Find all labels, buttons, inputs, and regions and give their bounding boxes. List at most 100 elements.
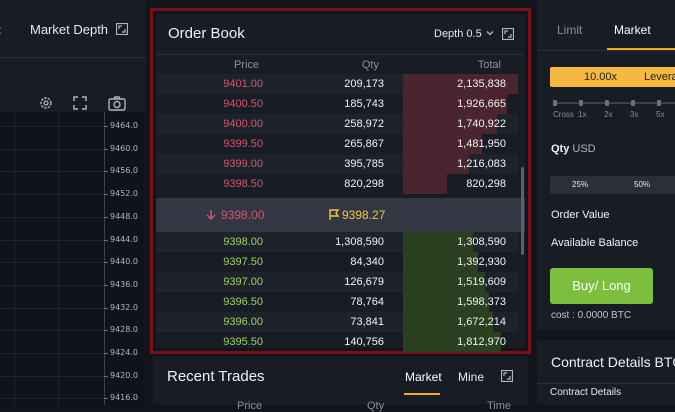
ask-total: 1,481,950 (457, 138, 506, 150)
trades-header-time: Time (487, 400, 512, 412)
chevron-down-icon[interactable] (486, 29, 494, 37)
tick-mark (104, 239, 108, 241)
price-tick-label: 9436.0 (110, 279, 138, 289)
slider-step[interactable] (657, 100, 661, 106)
settings-icon[interactable] (38, 95, 54, 111)
tick-mark (104, 216, 108, 218)
leverage-value: 10.00x (584, 71, 618, 83)
contract-details-subtitle[interactable]: Contract Details (550, 387, 621, 398)
contract-details-panel: Contract Details BTC Contract Details (537, 340, 675, 405)
tab-market-depth[interactable]: Market Depth (30, 22, 108, 37)
arrow-down-icon (206, 210, 216, 220)
bid-price: 9396.00 (223, 316, 263, 328)
bid-row[interactable]: 9395.50 140,756 1,812,970 (156, 332, 518, 352)
camera-icon[interactable] (108, 95, 126, 111)
ask-row[interactable]: 9398.50 820,298 820,298 (156, 174, 518, 194)
tab-market-order[interactable]: Market (614, 23, 651, 37)
bid-total: 1,392,930 (457, 256, 506, 268)
bid-qty: 126,679 (344, 276, 384, 288)
percent-selector[interactable]: 25% 50% (550, 176, 675, 194)
bid-total: 1,519,609 (457, 276, 506, 288)
bid-total: 1,308,590 (457, 236, 506, 248)
ask-total: 2,135,838 (457, 78, 506, 90)
scrollbar[interactable] (521, 167, 524, 255)
tick-mark (104, 262, 108, 264)
bid-row[interactable]: 9396.00 73,841 1,672,214 (156, 312, 518, 332)
price-tick-label: 9460.0 (110, 143, 138, 153)
ask-price: 9400.50 (223, 98, 263, 110)
bid-price: 9398.00 (223, 236, 263, 248)
bid-row[interactable]: 9397.00 126,679 1,519,609 (156, 272, 518, 292)
price-tick-label: 9420.0 (110, 370, 138, 380)
bid-row[interactable]: 9396.50 78,764 1,598,373 (156, 292, 518, 312)
tick-mark (104, 330, 108, 332)
buy-long-button[interactable]: Buy/ Long (550, 268, 653, 304)
slider-step-label: 5x (656, 110, 665, 119)
tick-mark (104, 353, 108, 354)
trades-header-qty: Qty (367, 400, 385, 412)
price-axis (104, 112, 105, 405)
ask-total: 1,216,083 (457, 158, 506, 170)
ask-total: 1,740,922 (457, 118, 506, 130)
header-qty: Qty (361, 59, 379, 71)
qty-label: Qty USD (551, 143, 596, 155)
ask-row[interactable]: 9400.00 258,972 1,740,922 (156, 114, 518, 134)
ask-row[interactable]: 9399.50 265,867 1,481,950 (156, 134, 518, 154)
expand-icon[interactable] (501, 370, 513, 382)
price-tick-label: 9440.0 (110, 257, 138, 267)
header-price: Price (233, 59, 259, 71)
chart-tabs: art Market Depth (0, 0, 146, 58)
tick-mark (104, 375, 108, 377)
leverage-label: Leverage (644, 71, 675, 83)
ask-row[interactable]: 9401.00 209,173 2,135,838 (156, 74, 518, 94)
price-tick-label: 9432.0 (110, 302, 138, 312)
qty-unit: USD (572, 143, 596, 155)
last-price: 9398.00 (221, 208, 265, 222)
leverage-box[interactable]: 10.00x Leverage (550, 67, 675, 87)
bid-price: 9397.00 (223, 276, 263, 288)
slider-step[interactable] (631, 100, 635, 106)
tab-limit[interactable]: Limit (557, 23, 582, 37)
slider-step-label: 2x (604, 110, 613, 119)
price-tick-label: 9428.0 (110, 325, 138, 335)
ask-price: 9398.50 (223, 178, 263, 190)
ask-price: 9399.50 (223, 138, 263, 150)
bid-qty: 73,841 (350, 316, 384, 328)
tab-chart[interactable]: art (0, 22, 1, 37)
bid-qty: 84,340 (350, 256, 384, 268)
chart-panel: art Market Depth 9464.0 9460.0 9456.0 9452.… (0, 0, 146, 405)
tick-mark (104, 307, 108, 309)
order-book-panel: Order Book Depth 0.5 Price Qty Total 940… (156, 14, 525, 352)
bid-row[interactable]: 9398.00 1,308,590 1,308,590 (156, 232, 518, 252)
price-tick-label: 9416.0 (110, 393, 138, 403)
ask-qty: 209,173 (344, 78, 384, 90)
fullscreen-icon[interactable] (72, 95, 88, 111)
slider-step[interactable] (605, 100, 609, 106)
expand-icon[interactable] (116, 23, 128, 35)
price-tick-label: 9464.0 (110, 121, 138, 130)
tick-mark (104, 148, 108, 150)
slider-step[interactable] (579, 100, 583, 106)
pct-25-button[interactable]: 25% (572, 180, 588, 189)
slider-step[interactable] (553, 100, 557, 106)
bid-row[interactable]: 9397.50 84,340 1,392,930 (156, 252, 518, 272)
tick-mark (104, 284, 108, 286)
order-value-label: Order Value (551, 209, 610, 221)
ask-price: 9401.00 (223, 78, 263, 90)
depth-select[interactable]: Depth 0.5 (434, 28, 482, 40)
ask-row[interactable]: 9399.00 395,785 1,216,083 (156, 154, 518, 174)
tick-mark (104, 126, 108, 127)
price-tick-label: 9444.0 (110, 234, 138, 244)
pct-50-button[interactable]: 50% (634, 180, 650, 189)
slider-step-label: Cross (553, 110, 574, 119)
tab-market-trades[interactable]: Market (405, 370, 442, 384)
ask-total: 1,926,665 (457, 98, 506, 110)
mark-price: 9398.27 (342, 208, 386, 222)
ask-qty: 258,972 (344, 118, 384, 130)
expand-icon[interactable] (502, 28, 514, 40)
ask-total: 820,298 (466, 178, 506, 190)
ask-row[interactable]: 9400.50 185,743 1,926,665 (156, 94, 518, 114)
order-form-panel: Limit Market 10.00x Leverage Cross 1x 2x 3x… (537, 0, 675, 330)
order-book-highlight: Order Book Depth 0.5 Price Qty Total 940… (150, 8, 531, 354)
tab-mine-trades[interactable]: Mine (458, 370, 484, 384)
